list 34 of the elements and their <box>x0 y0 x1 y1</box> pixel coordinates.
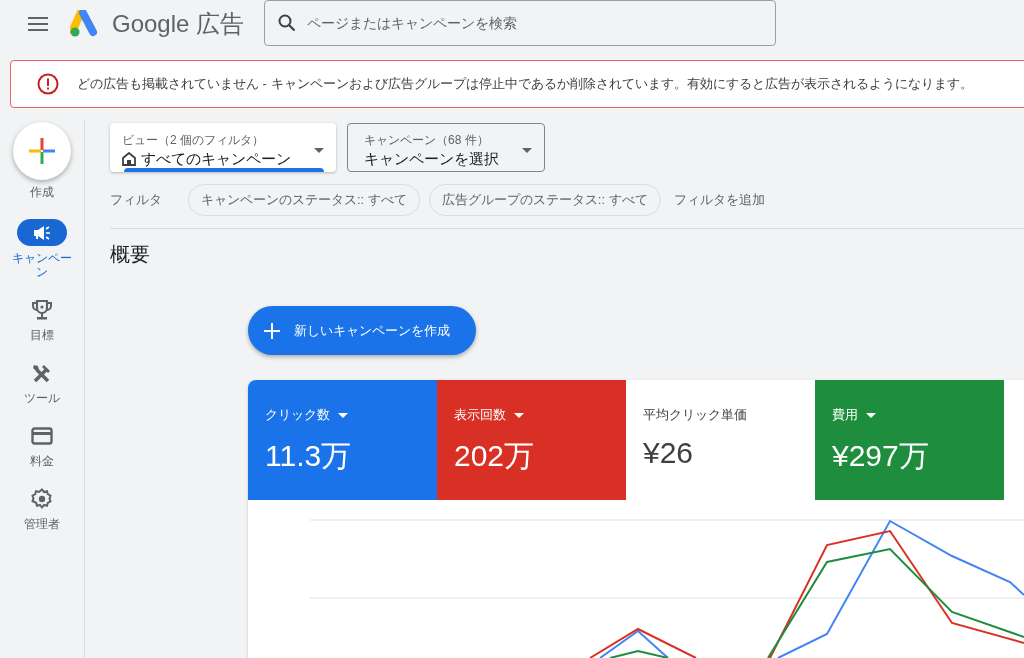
dropdown-caret-icon <box>866 412 876 418</box>
plus-icon <box>29 138 55 164</box>
menu-icon[interactable] <box>28 17 48 31</box>
nav-item[interactable]: ツール <box>7 359 77 405</box>
view-dropdown[interactable]: キャンペーン（68 件） キャンペーンを選択 <box>347 123 545 172</box>
error-icon <box>37 73 59 95</box>
view-dropdown[interactable]: ビュー（2 個のフィルタ） すべてのキャンペーン <box>110 123 336 172</box>
add-filter-link[interactable]: フィルタを追加 <box>673 191 765 209</box>
dropdown-caret-icon <box>314 147 324 153</box>
dropdown-caret-icon <box>522 147 532 153</box>
alert-message: どの広告も掲載されていません - キャンペーンおよび広告グループは停止中であるか削除されています。有効にすると広告が表示されるようになります。 <box>77 75 973 93</box>
credit-card-icon <box>31 426 53 445</box>
dropdown-caret-icon <box>338 412 348 418</box>
dropdown-caret-icon <box>514 412 524 418</box>
nav-item[interactable]: 料金 <box>7 422 77 468</box>
search-icon <box>278 14 297 32</box>
new-campaign-button[interactable]: 新しいキャンペーンを作成 <box>248 306 476 355</box>
metric-tile[interactable]: 表示回数 202万 <box>437 380 626 500</box>
nav-item[interactable]: キャンペーン <box>7 219 77 279</box>
plus-icon <box>264 322 280 339</box>
home-icon <box>122 152 136 166</box>
trophy-icon <box>31 298 53 321</box>
settings-icon <box>31 487 53 510</box>
create-label: 作成 <box>30 184 54 201</box>
megaphone-icon <box>32 224 52 241</box>
filter-label: フィルタ <box>110 191 163 209</box>
section-title: 概要 <box>110 242 151 267</box>
metric-tile[interactable]: 費用 ¥297万 <box>815 380 1004 500</box>
metric-tile[interactable]: クリック数 11.3万 <box>248 380 437 500</box>
nav-item[interactable]: 管理者 <box>7 485 77 531</box>
product-name: Google 広告 <box>112 9 245 39</box>
create-button[interactable] <box>13 122 71 180</box>
search-field[interactable]: ページまたはキャンペーンを検索 <box>264 0 777 46</box>
nav-item[interactable]: 目標 <box>7 296 77 342</box>
